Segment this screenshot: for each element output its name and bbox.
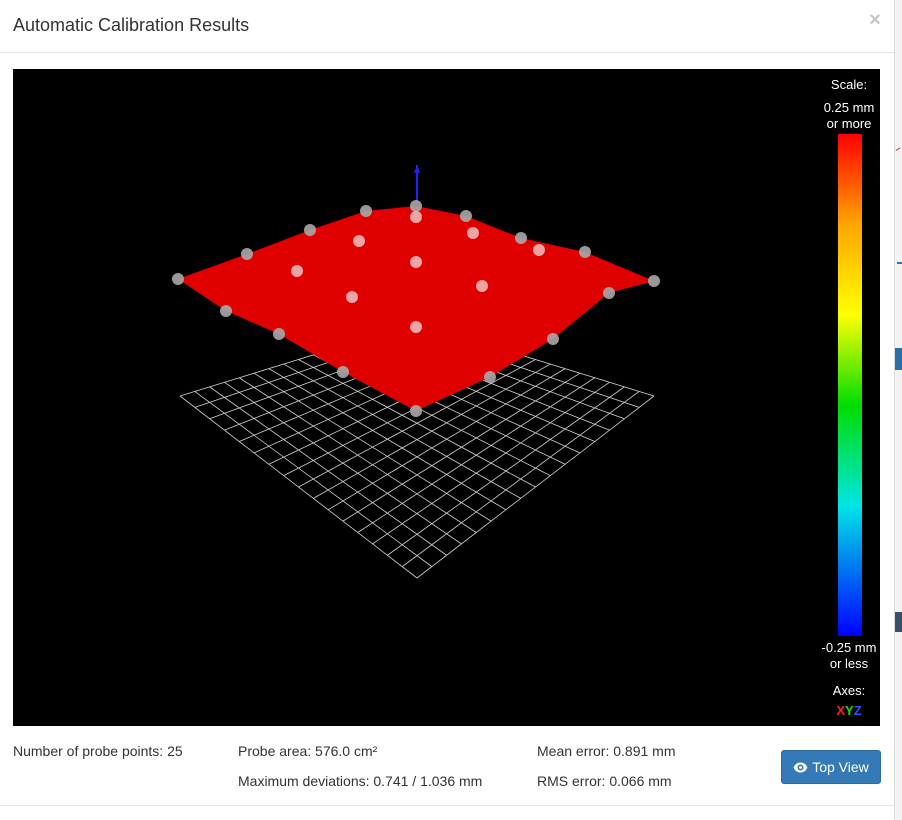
probe-point [484, 371, 496, 383]
grid-line [342, 372, 581, 522]
axes-title: Axes: [832, 683, 866, 698]
probe-point [291, 265, 303, 277]
background-page-edge [894, 0, 902, 820]
background-mark [895, 348, 902, 370]
grid-line [416, 395, 655, 579]
probe-point [579, 246, 591, 258]
background-mark [897, 262, 902, 264]
probe-point [273, 328, 285, 340]
background-mark [895, 612, 902, 632]
axis-z-label: Z [853, 703, 862, 718]
probe-point [603, 287, 615, 299]
probe-point [410, 321, 422, 333]
grid-line [401, 391, 640, 567]
z-axis [414, 165, 420, 203]
background-line [895, 147, 902, 160]
probe-point [410, 200, 422, 212]
rms-error-stat: RMS error: 0.066 mm [537, 773, 672, 789]
axis-x-label: X [836, 703, 846, 718]
probe-point [476, 280, 488, 292]
probe-points-stat: Number of probe points: 25 [13, 743, 183, 759]
modal-title: Automatic Calibration Results [13, 15, 250, 35]
mean-error-stat: Mean error: 0.891 mm [537, 743, 676, 759]
probe-point [360, 205, 372, 217]
probe-point [172, 273, 184, 285]
close-button[interactable]: × [866, 9, 884, 31]
heightmap-canvas[interactable] [13, 69, 880, 726]
scale-title: Scale: [830, 77, 868, 92]
probe-point [648, 275, 660, 287]
max-deviations-stat: Maximum deviations: 0.741 / 1.036 mm [238, 773, 483, 789]
probe-point [346, 291, 358, 303]
probe-point [410, 211, 422, 223]
top-view-button[interactable]: Top View [781, 750, 881, 784]
probe-point [353, 235, 365, 247]
probe-point [515, 232, 527, 244]
probe-point [241, 248, 253, 260]
calibration-results-modal: Automatic Calibration Results × Scale: 0… [0, 0, 902, 820]
probe-point [220, 305, 232, 317]
eye-icon [793, 762, 808, 772]
scale-max-qualifier: or more [826, 116, 872, 131]
heightmap-surface [178, 206, 654, 411]
probe-point [547, 333, 559, 345]
probe-point [460, 210, 472, 222]
probe-point [467, 227, 479, 239]
scale-max-value: 0.25 mm [823, 100, 875, 115]
color-scale-bar [838, 134, 862, 636]
grid-line [357, 377, 595, 533]
footer-divider [0, 805, 894, 806]
axes-legend: XYZ [815, 703, 880, 719]
axis-y-label: Y [845, 703, 854, 718]
top-view-label: Top View [812, 759, 869, 775]
z-axis-arrow [414, 165, 420, 173]
scale-max-label: 0.25 mm or more [815, 100, 880, 132]
probe-point [533, 244, 545, 256]
probe-area-stat: Probe area: 576.0 cm² [238, 743, 378, 759]
probe-point [304, 224, 316, 236]
probe-point [410, 405, 422, 417]
scale-min-qualifier: or less [829, 656, 869, 671]
probe-point [337, 366, 349, 378]
scale-min-value: -0.25 mm [821, 640, 877, 655]
probe-point [410, 256, 422, 268]
scale-min-label: -0.25 mm or less [815, 640, 880, 672]
modal-header: Automatic Calibration Results × [0, 0, 894, 53]
heightmap-viewer[interactable]: Scale: 0.25 mm or more -0.25 mm or less … [13, 69, 880, 726]
